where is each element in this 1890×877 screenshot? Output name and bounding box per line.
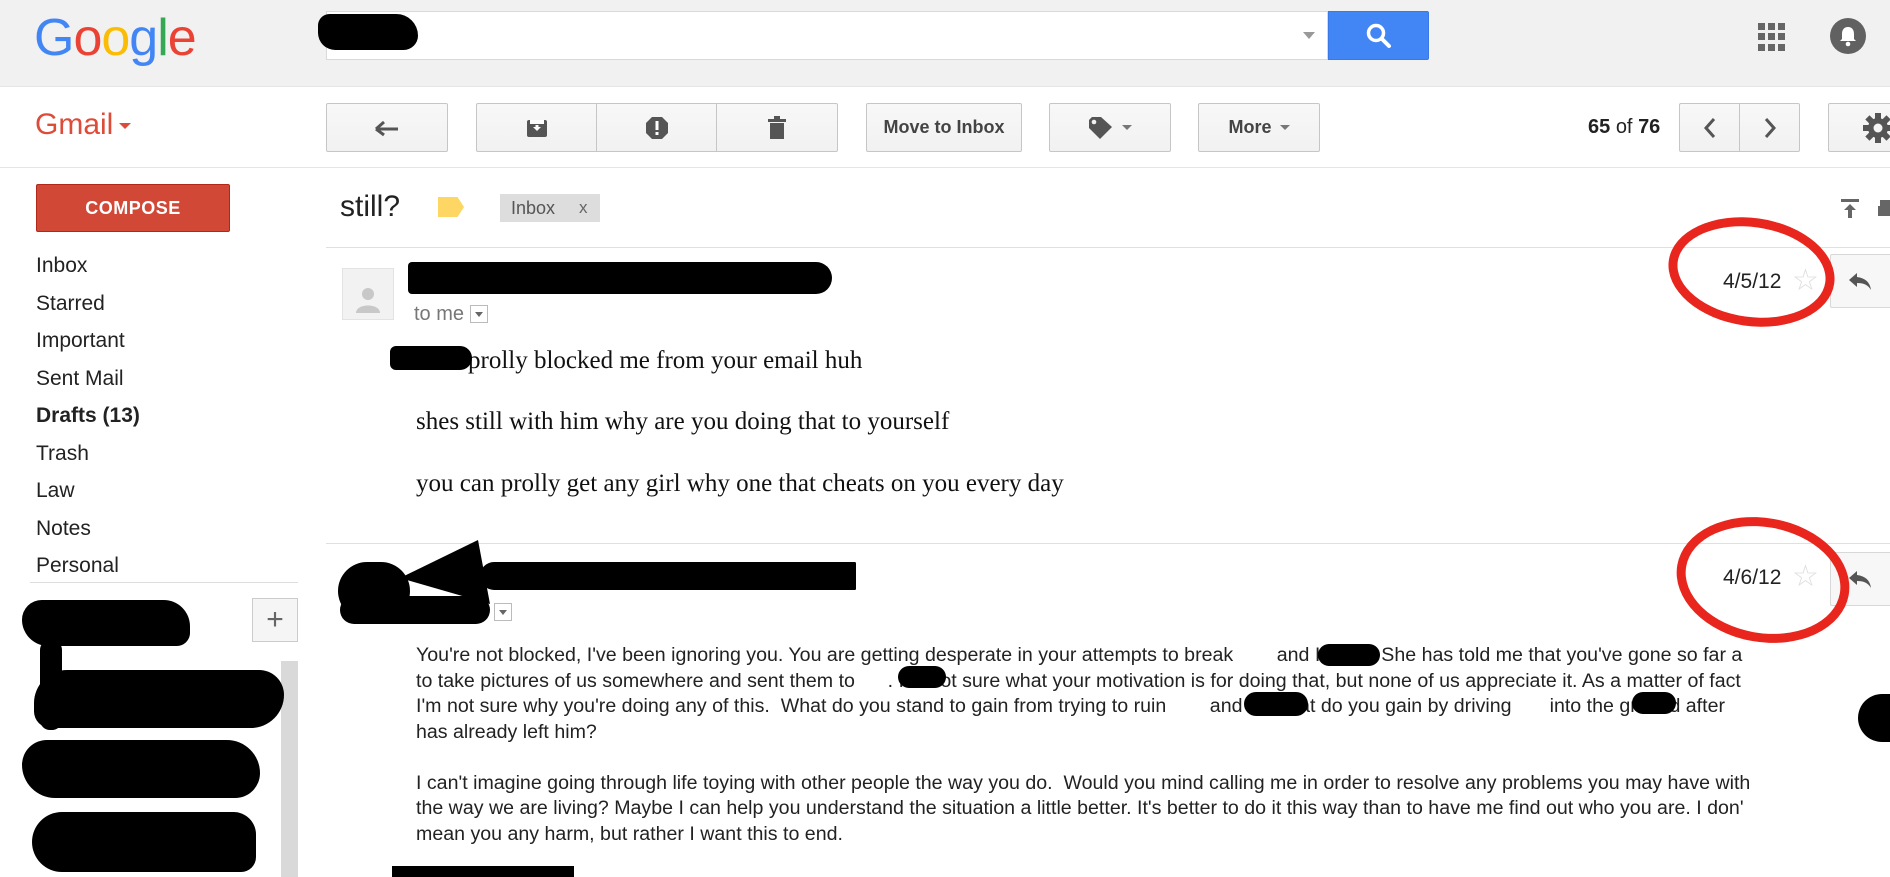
apps-grid-icon[interactable] <box>1758 23 1786 51</box>
search-input[interactable] <box>326 11 1328 60</box>
report-spam-button[interactable] <box>596 103 716 152</box>
pagination-count: 65 of 76 <box>1588 116 1660 139</box>
label-chip-inbox: Inbox x <box>500 194 600 222</box>
redaction-mark <box>480 562 856 590</box>
redaction-mark <box>392 866 574 877</box>
more-button[interactable]: More <box>1198 103 1320 152</box>
sidebar-item-drafts[interactable]: Drafts (13) <box>36 399 140 437</box>
reply-button[interactable] <box>1830 254 1890 308</box>
archive-icon <box>526 119 547 137</box>
top-bar: Google <box>0 0 1890 87</box>
redaction-mark <box>390 346 472 370</box>
annotation-circle <box>1661 206 1842 338</box>
notifications-icon[interactable] <box>1830 18 1866 54</box>
redaction-mark <box>1244 692 1308 716</box>
newer-button[interactable] <box>1679 103 1739 152</box>
pager-current: 65 <box>1588 116 1611 138</box>
logo-letter: o <box>101 9 130 67</box>
logo-letter: G <box>34 9 74 67</box>
more-label: More <box>1228 117 1272 137</box>
recipient-line: to me <box>414 303 489 326</box>
move-to-inbox-button[interactable]: Move to Inbox <box>866 103 1022 152</box>
pager-total: 76 <box>1638 116 1661 138</box>
show-details-caret-icon[interactable] <box>470 304 489 323</box>
plus-icon: + <box>266 603 284 636</box>
message-line: shes still with him why are you doing th… <box>416 408 950 435</box>
search-options-caret-icon[interactable] <box>1303 32 1315 39</box>
message-line: prolly blocked me from your email huh <box>468 347 863 374</box>
gmail-menu[interactable]: Gmail <box>35 108 132 142</box>
message-body: You're not blocked, I've been ignoring y… <box>416 644 1751 845</box>
sidebar-item-inbox[interactable]: Inbox <box>36 249 140 287</box>
google-logo[interactable]: Google <box>34 8 197 68</box>
redaction-mark <box>1318 644 1380 666</box>
message-divider <box>326 543 1890 544</box>
reply-icon <box>1849 273 1871 290</box>
recipient-text: to me <box>414 303 465 325</box>
archive-button[interactable] <box>476 103 596 152</box>
sidebar-item-trash[interactable]: Trash <box>36 437 140 475</box>
chevron-down-icon <box>1122 125 1132 130</box>
move-to-inbox-label: Move to Inbox <box>883 117 1005 137</box>
sidebar-item-notes[interactable]: Notes <box>36 512 140 550</box>
report-spam-icon <box>645 116 668 139</box>
logo-letter: l <box>157 9 169 67</box>
remove-label-button[interactable]: x <box>579 198 588 218</box>
redaction-mark <box>32 812 256 872</box>
sidebar-item-law[interactable]: Law <box>36 474 140 512</box>
message-line: you can prolly get any girl why one that… <box>416 470 1064 497</box>
settings-gear-icon <box>1863 112 1890 143</box>
show-details-caret-icon[interactable] <box>494 603 512 621</box>
compose-label: COMPOSE <box>85 197 181 218</box>
important-marker-icon[interactable] <box>438 197 464 217</box>
back-to-list-button[interactable] <box>326 103 448 152</box>
print-icon[interactable] <box>1878 198 1890 220</box>
sidebar-item-starred[interactable]: Starred <box>36 287 140 325</box>
delete-button[interactable] <box>716 103 838 152</box>
redaction-mark <box>408 262 832 294</box>
annotation-circle <box>1666 503 1860 657</box>
person-icon <box>356 288 380 313</box>
redaction-mark <box>34 670 284 728</box>
label-chip-text: Inbox <box>511 197 556 218</box>
sidebar-divider <box>30 582 298 583</box>
label-icon <box>1089 116 1112 139</box>
pager-of: of <box>1615 116 1633 138</box>
sender-avatar <box>342 268 394 320</box>
sidebar-item-important[interactable]: Important <box>36 324 140 362</box>
add-hangout-button[interactable]: + <box>252 598 298 642</box>
logo-letter: e <box>167 9 197 67</box>
back-arrow-icon <box>375 120 398 136</box>
logo-letter: o <box>73 9 102 67</box>
toolbar: Gmail Move to Inbox More 65 of 76 <box>0 88 1890 168</box>
logo-letter: g <box>129 9 158 67</box>
chevron-left-icon <box>1703 117 1715 138</box>
sidebar-item-personal[interactable]: Personal <box>36 549 140 587</box>
redaction-mark <box>318 14 418 50</box>
delete-icon <box>768 115 786 139</box>
chevron-right-icon <box>1764 117 1776 138</box>
chevron-down-icon <box>119 123 132 130</box>
redaction-mark <box>340 596 490 624</box>
redaction-mark <box>22 740 260 798</box>
reply-icon <box>1849 571 1871 588</box>
redaction-mark <box>1632 692 1676 714</box>
thread-divider <box>326 247 1890 248</box>
gmail-label: Gmail <box>35 108 114 141</box>
redaction-mark <box>22 600 190 646</box>
compose-button[interactable]: COMPOSE <box>36 184 230 232</box>
chevron-down-icon <box>1279 125 1290 130</box>
search-button[interactable] <box>1328 11 1429 60</box>
older-button[interactable] <box>1739 103 1800 152</box>
search-icon <box>1366 23 1391 48</box>
labels-button[interactable] <box>1049 103 1171 152</box>
settings-button[interactable] <box>1828 103 1890 152</box>
redaction-mark <box>898 666 946 688</box>
expand-all-icon[interactable] <box>1840 198 1860 220</box>
sidebar-item-sent-mail[interactable]: Sent Mail <box>36 362 140 400</box>
sidebar-nav: Inbox Starred Important Sent Mail Drafts… <box>36 249 140 587</box>
thread-subject: still? <box>340 190 401 223</box>
